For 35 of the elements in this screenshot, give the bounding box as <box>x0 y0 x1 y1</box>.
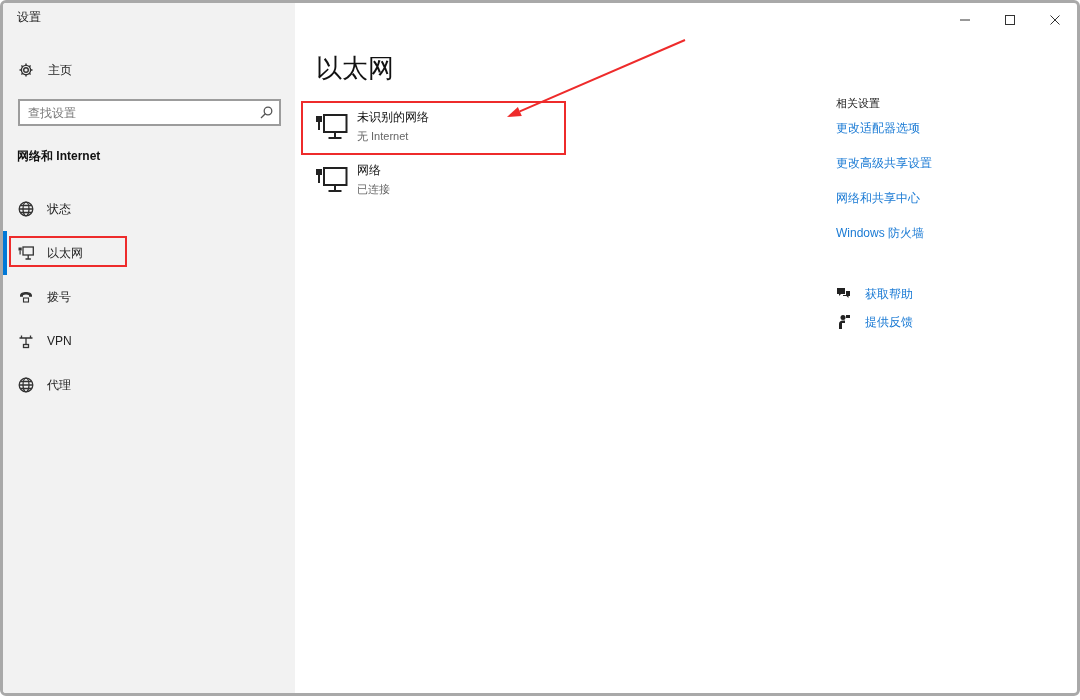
page-title: 以太网 <box>316 52 394 85</box>
nav-item[interactable]: 状态 <box>3 187 295 231</box>
globe-icon <box>18 201 34 217</box>
section-title: 网络和 Internet <box>16 148 102 165</box>
window-title: 设置 <box>16 9 42 26</box>
section-title: 相关设置 <box>836 96 880 111</box>
settings-link[interactable]: 更改适配器选项 <box>836 119 920 137</box>
support-link[interactable]: 提供反馈 <box>836 312 913 332</box>
network-item[interactable]: 未识别的网络 无 Internet <box>316 100 566 153</box>
settings-link[interactable]: 网络和共享中心 <box>836 189 920 207</box>
search-field[interactable]: 查找设置 <box>18 99 281 126</box>
monitor-icon <box>316 113 348 140</box>
network-status: 已连接 <box>357 181 390 197</box>
person-icon <box>836 314 852 330</box>
nav-item[interactable]: 拨号 <box>3 275 295 319</box>
search-icon[interactable] <box>260 106 273 119</box>
gear-icon <box>18 62 34 78</box>
nav-item[interactable]: 代理 <box>3 363 295 407</box>
network-name: 网络 <box>357 161 382 179</box>
network-status: 无 Internet <box>357 128 410 144</box>
close-icon <box>1049 15 1060 25</box>
nav-item[interactable]: VPN <box>3 319 295 363</box>
support-link[interactable]: 获取帮助 <box>836 284 913 304</box>
network-icon <box>18 333 34 349</box>
settings-link[interactable]: Windows 防火墙 <box>836 224 924 242</box>
monitor-icon <box>18 245 34 261</box>
network-name: 未识别的网络 <box>357 108 429 126</box>
home-link[interactable]: 主页 <box>3 50 295 90</box>
network-item[interactable]: 网络 已连接 <box>316 153 566 206</box>
settings-link[interactable]: 更改高级共享设置 <box>836 154 932 172</box>
globe-icon <box>18 377 34 393</box>
maximize-icon <box>1004 15 1015 25</box>
nav-item[interactable]: 以太网 <box>3 231 295 275</box>
phone-icon <box>18 289 34 305</box>
monitor-icon <box>316 166 348 193</box>
